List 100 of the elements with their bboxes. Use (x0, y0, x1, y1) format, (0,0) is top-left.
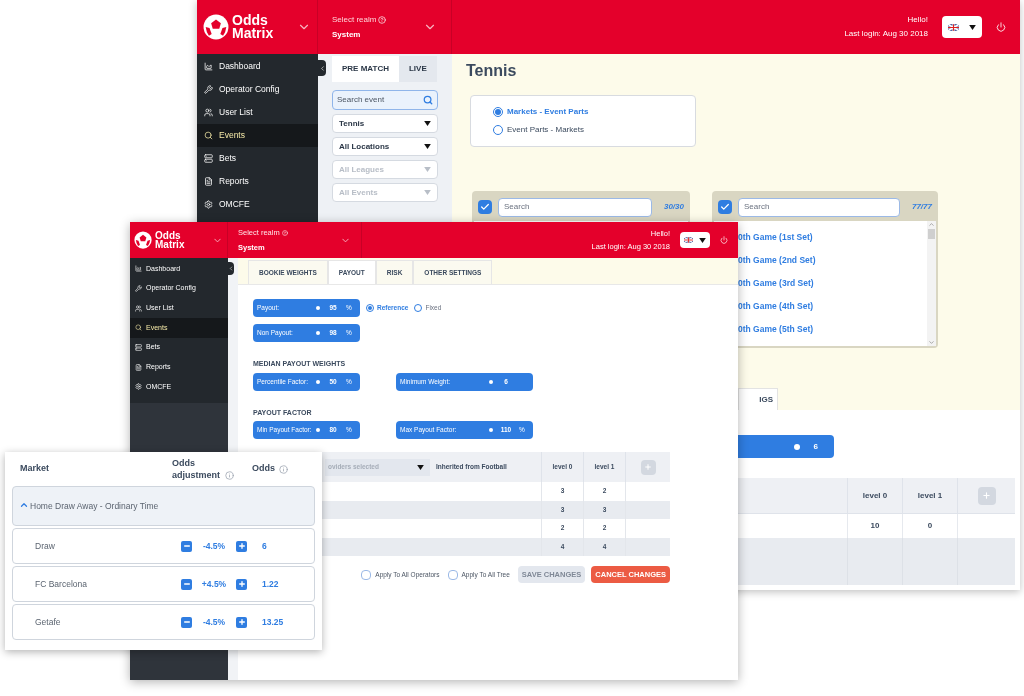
sidebar-item[interactable]: User List (197, 101, 318, 124)
power-icon[interactable] (996, 22, 1006, 32)
chart-icon (135, 265, 142, 273)
search-icon (135, 324, 142, 332)
collapse-button[interactable] (228, 262, 234, 275)
help-icon (378, 15, 387, 24)
power-icon[interactable] (720, 236, 728, 244)
odds-adjustment: +4.5% (200, 577, 228, 591)
item-count: 30/30 (662, 201, 684, 213)
minus-button[interactable] (181, 616, 192, 628)
chevron-up-icon (19, 500, 29, 510)
chart-icon (204, 62, 213, 71)
chevron-left-icon (228, 265, 234, 272)
column-header: Market (19, 462, 50, 476)
greeting: Hello! (907, 14, 928, 26)
document-icon (135, 363, 142, 371)
filter-select[interactable]: All Locations (332, 137, 438, 156)
collapse-button[interactable] (318, 60, 326, 76)
caret-icon (417, 464, 424, 470)
search-field[interactable]: Search (738, 197, 900, 217)
check-icon (480, 202, 490, 212)
logo-text: Odds Matrix (232, 14, 274, 40)
sidebar-item[interactable]: Reports (197, 170, 318, 193)
chevron-left-icon (318, 64, 326, 72)
odds-adjustment: -4.5% (201, 615, 227, 629)
odds-value: 6 (261, 539, 267, 553)
number-field[interactable]: 6 (738, 435, 834, 458)
tab[interactable]: PRE MATCH (332, 56, 399, 82)
list-item[interactable]: 0th Game (5th Set) (738, 322, 927, 337)
plus-button[interactable] (236, 616, 247, 628)
search-field[interactable]: Search (498, 197, 652, 217)
minus-icon (182, 542, 191, 550)
radio-button[interactable]: Event Parts - Markets (493, 124, 695, 136)
wrench-icon (204, 85, 213, 94)
scrollbar[interactable] (927, 221, 936, 346)
sidebar-item[interactable]: OMCFE (197, 193, 318, 216)
plus-button[interactable] (236, 540, 247, 552)
sidebar-item[interactable]: Events (197, 124, 318, 147)
market-name: Home Draw Away - Ordinary Time (30, 501, 159, 511)
wrench-icon (135, 285, 142, 293)
caret-icon (969, 24, 976, 30)
plus-button[interactable] (236, 578, 247, 590)
info-icon (279, 464, 288, 474)
users-icon (135, 304, 142, 312)
realm-value: System (332, 28, 362, 41)
checkbox[interactable] (718, 200, 732, 214)
page-title: Tennis (466, 61, 518, 81)
list-icon (135, 344, 142, 352)
selection-name: Draw (34, 539, 56, 553)
sidebar-item[interactable]: Dashboard (197, 55, 318, 78)
check-icon (720, 202, 730, 212)
chevron-down-icon (928, 339, 935, 346)
column-header: level 0 (847, 478, 902, 513)
plus-icon (644, 463, 652, 471)
caret-icon (424, 167, 431, 172)
chevron-up-icon (928, 221, 935, 228)
caret-icon (424, 190, 431, 195)
list-item[interactable]: 0th Game (3rd Set) (738, 276, 927, 291)
plus-icon (237, 542, 246, 550)
radio-button[interactable]: Markets - Event Parts (493, 106, 695, 118)
caret-icon (424, 144, 431, 149)
document-icon (204, 177, 213, 186)
caret-icon (424, 121, 431, 126)
logo-icon (203, 14, 229, 40)
language-select[interactable] (680, 232, 710, 248)
filter-select[interactable]: Tennis (332, 114, 438, 133)
column-header: Odds (252, 462, 275, 476)
market-group[interactable]: Home Draw Away - Ordinary Time (12, 486, 315, 526)
plus-icon (237, 618, 246, 626)
search-field[interactable]: Search event (332, 90, 438, 110)
plus-icon (982, 491, 991, 500)
tab[interactable]: LIVE (398, 56, 437, 82)
item-count: 77/77 (910, 201, 932, 213)
checkbox[interactable] (361, 569, 372, 580)
minus-icon (182, 618, 191, 626)
sidebar-item[interactable]: Bets (197, 147, 318, 170)
caret-icon (699, 237, 706, 243)
logo-icon (134, 231, 152, 249)
checkbox[interactable] (447, 569, 458, 580)
users-icon (204, 108, 213, 117)
info-icon (225, 471, 234, 480)
flag-icon (948, 23, 959, 31)
odds-adjustment: -4.5% (201, 539, 227, 553)
column-header: level 1 (902, 478, 957, 513)
list-icon (204, 154, 213, 163)
checkbox[interactable] (478, 200, 492, 214)
minus-icon (182, 580, 191, 588)
list-item[interactable]: 0th Game (1st Set) (738, 230, 927, 245)
selection-name: FC Barcelona (34, 577, 88, 591)
minus-button[interactable] (181, 578, 192, 590)
search-icon (423, 95, 433, 105)
logo-text: Odds Matrix (155, 231, 185, 249)
scroll-thumb[interactable] (928, 229, 935, 239)
list-item[interactable]: 0th Game (4th Set) (738, 299, 927, 314)
minus-button[interactable] (181, 540, 192, 552)
sidebar-item[interactable]: Operator Config (197, 78, 318, 101)
selection-name: Getafe (34, 615, 62, 629)
column-header: Odds adjustment (172, 457, 221, 481)
tab[interactable]: IGS (738, 388, 778, 410)
list-item[interactable]: 0th Game (2nd Set) (738, 253, 927, 268)
